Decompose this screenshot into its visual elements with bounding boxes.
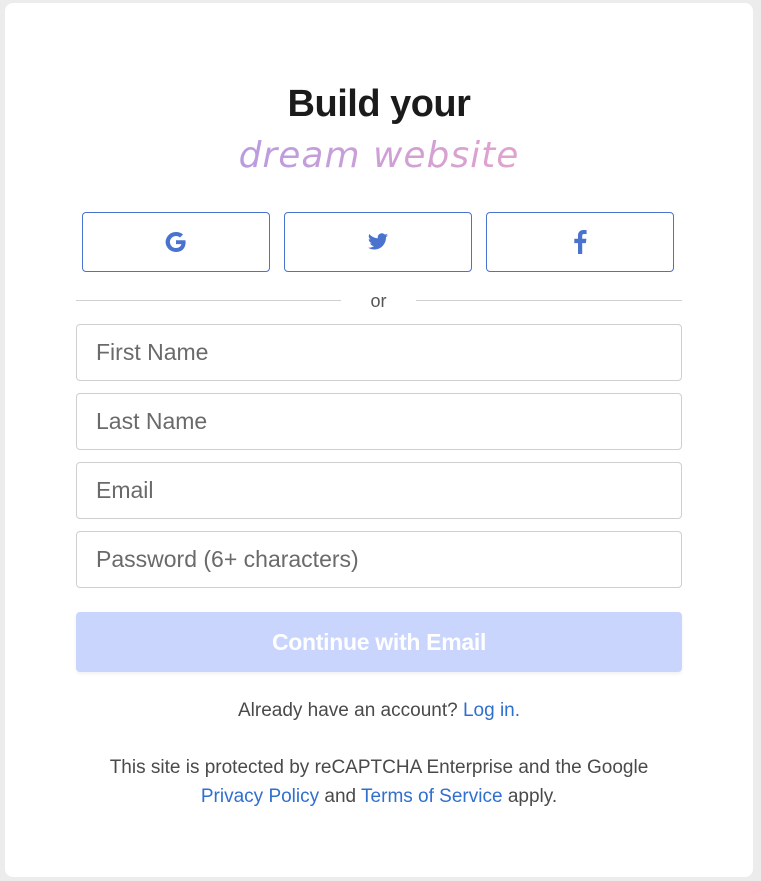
signup-card: Build your dream website or First Name L… [5, 3, 753, 877]
password-input[interactable] [76, 531, 682, 588]
terms-of-service-link[interactable]: Terms of Service [361, 786, 502, 807]
page-subtitle: dream website [5, 135, 753, 176]
last-name-input[interactable] [76, 393, 682, 450]
legal-notice: This site is protected by reCAPTCHA Ente… [5, 753, 753, 811]
login-prompt: Already have an account? Log in. [5, 700, 753, 722]
google-icon [165, 232, 186, 252]
legal-apply: apply. [507, 786, 558, 807]
divider-label: or [370, 291, 387, 311]
facebook-icon [574, 230, 587, 254]
login-prompt-text: Already have an account? [237, 700, 458, 721]
legal-text: This site is protected by reCAPTCHA Ente… [109, 757, 649, 778]
login-link[interactable]: Log in. [463, 700, 520, 721]
or-divider: or [76, 291, 682, 311]
twitter-login-button[interactable] [284, 212, 472, 272]
twitter-icon [367, 233, 389, 250]
first-name-input[interactable] [76, 324, 682, 381]
privacy-policy-link[interactable]: Privacy Policy [201, 786, 319, 807]
divider-line-right [416, 300, 682, 301]
social-login-row [82, 212, 676, 274]
continue-with-email-button[interactable]: Continue with Email [76, 612, 682, 672]
email-input[interactable] [76, 462, 682, 519]
legal-and: and [324, 786, 357, 807]
facebook-login-button[interactable] [486, 212, 674, 272]
page-title: Build your [287, 83, 471, 125]
google-login-button[interactable] [82, 212, 270, 272]
divider-line-left [76, 300, 341, 301]
